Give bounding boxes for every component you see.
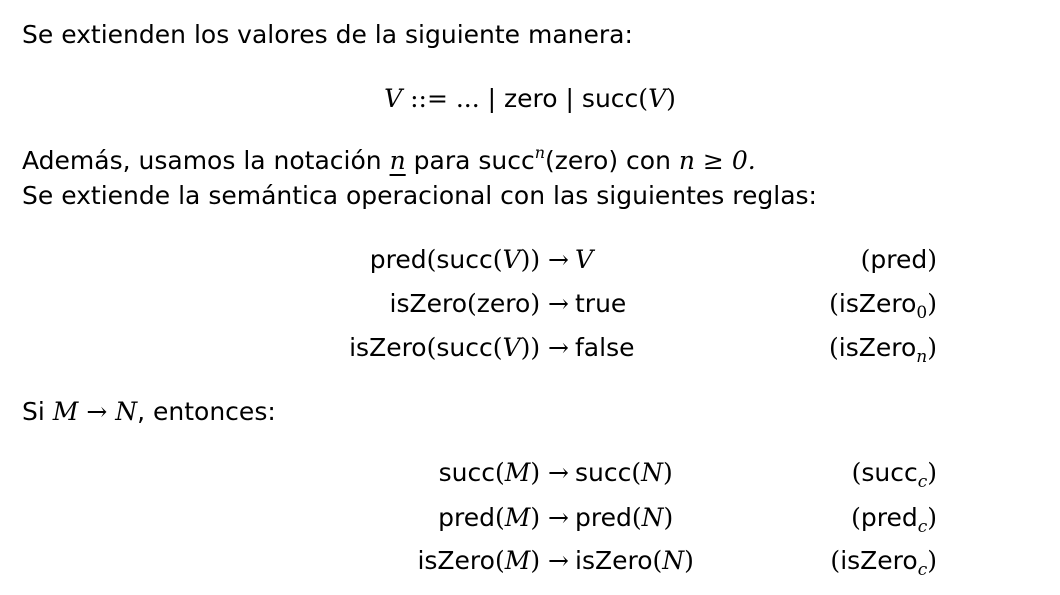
rule-pred-rhs: V [575, 245, 594, 274]
rule-iszero0-rhs: true [575, 289, 627, 318]
notation-numeral: n [389, 146, 406, 175]
grammar-lhs: V [384, 84, 403, 113]
rule-pred-lhs: pred(succ(V)) → [369, 245, 569, 274]
rule-predc-label: (predc) [851, 503, 937, 537]
notation-mid: para succn [413, 143, 546, 175]
condition-si: Si [22, 397, 45, 426]
rule-iszeron-label: (isZeron) [829, 333, 937, 367]
grammar-succ: succ(V) [581, 84, 676, 113]
rule-succc-label: (succc) [851, 458, 937, 492]
rule-succc-rhs: succ(N) [575, 458, 673, 487]
condition-text: Si M → N, entonces: [22, 397, 276, 427]
extends-text: Se extiende la semántica operacional con… [22, 181, 817, 210]
intro-text: Se extienden los valores de la siguiente… [22, 20, 633, 49]
condition-n: N [115, 397, 138, 426]
rule-iszeroc-rhs: isZero(N) [575, 546, 694, 575]
grammar-bar-1: | [487, 84, 497, 113]
rule-iszeron-rhs: false [575, 333, 635, 362]
rule-iszeroc-lhs: isZero(M) → [417, 546, 569, 575]
grammar-bar-2: | [565, 84, 574, 113]
notation-prefix: Además, usamos la notación [22, 146, 382, 175]
grammar-def: ::= [410, 84, 448, 113]
rule-predc-rhs: pred(N) [575, 503, 674, 532]
rule-pred-label: (pred) [860, 245, 937, 274]
condition-arrow: → [86, 397, 108, 426]
condition-m: M [52, 397, 79, 426]
notation-arg: (zero) con [545, 146, 671, 175]
rule-predc-lhs: pred(M) → [438, 503, 569, 532]
notation-text: Además, usamos la notación n para succn(… [22, 143, 756, 179]
grammar-dots: ... [455, 84, 480, 113]
rule-iszero0-lhs: isZero(zero) → [389, 289, 569, 318]
grammar-line: V ::= ... | zero | succ(V) [0, 84, 1060, 114]
rule-succc-lhs: succ(M) → [438, 458, 569, 487]
condition-rest: , entonces: [137, 397, 276, 426]
rule-iszero0-label: (isZero0) [829, 289, 937, 323]
notation-cond: n ≥ 0. [678, 146, 756, 175]
rule-iszeron-lhs: isZero(succ(V)) → [349, 333, 569, 362]
rule-iszeroc-label: (isZeroc) [830, 546, 937, 580]
grammar-zero: zero [504, 84, 558, 113]
